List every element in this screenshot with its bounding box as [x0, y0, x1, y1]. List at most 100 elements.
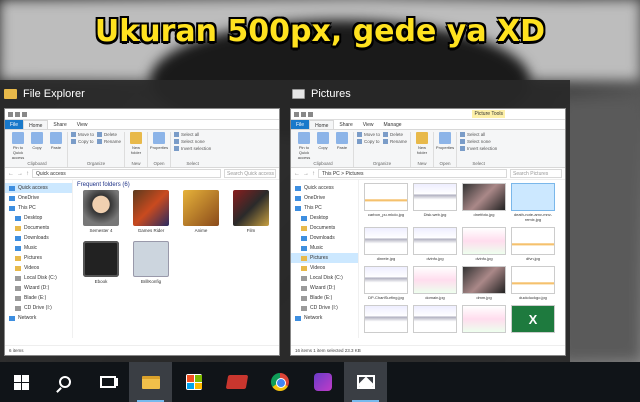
nav-this-pc[interactable]: This PC	[5, 203, 72, 213]
folder-item[interactable]: BrillKonfig	[127, 241, 175, 284]
folder-item[interactable]: Anime	[177, 190, 225, 233]
pictures-window[interactable]: Picture Tools File Home Share View Manag…	[290, 108, 566, 356]
file-item[interactable]: X	[510, 305, 556, 334]
nav-videos[interactable]: Videos	[5, 263, 72, 273]
nav-wizard-d[interactable]: Wizard (D:)	[5, 283, 72, 293]
file-item[interactable]: dfvn.jpg	[510, 227, 556, 261]
tab-view[interactable]: View	[358, 120, 379, 129]
rename-button[interactable]: Rename	[383, 139, 407, 144]
file-item[interactable]: DP-ChartSurfing.jpg	[363, 266, 409, 300]
back-icon[interactable]: ←	[294, 171, 300, 177]
new-folder-button[interactable]: New folder	[128, 132, 144, 155]
copy-button[interactable]: Copy	[29, 132, 45, 150]
paste-button[interactable]: Paste	[334, 132, 350, 150]
forward-icon[interactable]: →	[17, 171, 23, 177]
copy-to-button[interactable]: Copy to	[71, 139, 94, 144]
folder-icon[interactable]	[22, 111, 27, 117]
tab-share[interactable]: Share	[334, 120, 357, 129]
left-window-title[interactable]: File Explorer	[4, 88, 85, 100]
tab-file[interactable]: File	[291, 120, 310, 129]
nav-local-disk-c[interactable]: Local Disk (C:)	[5, 273, 72, 283]
nav-pictures[interactable]: Pictures	[5, 253, 72, 263]
nav-cd-drive-i[interactable]: CD Drive (I:)	[5, 303, 72, 313]
nav-this-pc[interactable]: This PC	[291, 203, 358, 213]
rename-button[interactable]: Rename	[97, 139, 121, 144]
file-item[interactable]: dinrele.jpg	[363, 227, 409, 261]
nav-pictures[interactable]: Pictures	[291, 253, 358, 263]
nav-downloads[interactable]: Downloads	[291, 233, 358, 243]
nav-cd-drive-i[interactable]: CD Drive (I:)	[291, 303, 358, 313]
new-folder-button[interactable]: New folder	[414, 132, 430, 155]
tab-home[interactable]: Home	[309, 120, 335, 129]
search-input[interactable]: Search Pictures	[510, 169, 562, 178]
select-none-button[interactable]: Select none	[460, 139, 497, 144]
right-window-title[interactable]: Pictures	[292, 88, 351, 100]
folder-item[interactable]: Games Rider	[127, 190, 175, 233]
taskbar-photos[interactable]	[344, 362, 387, 402]
file-item[interactable]: carbon_pu.mkdo.jpg	[363, 183, 409, 222]
back-icon[interactable]: ←	[8, 171, 14, 177]
select-none-button[interactable]: Select none	[174, 139, 211, 144]
file-explorer-window[interactable]: File Home Share View Pin to Quick access…	[4, 108, 280, 356]
folder-item[interactable]: Ebook	[77, 241, 125, 284]
folder-icon[interactable]	[308, 111, 313, 117]
copy-to-button[interactable]: Copy to	[357, 139, 380, 144]
nav-documents[interactable]: Documents	[291, 223, 358, 233]
nav-desktop[interactable]: Desktop	[5, 213, 72, 223]
tab-manage[interactable]: Manage	[379, 120, 407, 129]
nav-network[interactable]: Network	[5, 313, 72, 323]
picture-tools-tab[interactable]: Picture Tools	[472, 110, 505, 118]
save-icon[interactable]	[294, 111, 299, 117]
select-all-button[interactable]: Select all	[174, 132, 211, 137]
file-item[interactable]: dmm.jpg	[461, 266, 507, 300]
undo-icon[interactable]	[15, 111, 20, 117]
nav-music[interactable]: Music	[291, 243, 358, 253]
address-path[interactable]: Quick access	[32, 169, 221, 178]
tab-file[interactable]: File	[5, 120, 24, 129]
folder-item[interactable]: Semester 4	[77, 190, 125, 233]
move-to-button[interactable]: Move to	[357, 132, 380, 137]
file-item[interactable]	[363, 305, 409, 334]
paste-button[interactable]: Paste	[48, 132, 64, 150]
delete-button[interactable]: Delete	[383, 132, 407, 137]
file-item[interactable]: dnetfoto.jpg	[461, 183, 507, 222]
up-icon[interactable]: ↑	[26, 171, 29, 177]
search-button[interactable]	[43, 362, 86, 402]
tab-home[interactable]: Home	[23, 120, 49, 129]
nav-onedrive[interactable]: OneDrive	[5, 193, 72, 203]
nav-onedrive[interactable]: OneDrive	[291, 193, 358, 203]
taskbar-book-app[interactable]	[215, 362, 258, 402]
nav-quick-access[interactable]: Quick access	[5, 183, 72, 193]
nav-blade-e[interactable]: Blade (E:)	[5, 293, 72, 303]
nav-music[interactable]: Music	[5, 243, 72, 253]
properties-button[interactable]: Properties	[150, 132, 168, 150]
taskbar-store[interactable]	[172, 362, 215, 402]
nav-videos[interactable]: Videos	[291, 263, 358, 273]
file-item[interactable]: duckduckgo.jpg	[510, 266, 556, 300]
pin-button[interactable]: Pin to Quick access	[296, 132, 312, 160]
tab-view[interactable]: View	[72, 120, 93, 129]
nav-desktop[interactable]: Desktop	[291, 213, 358, 223]
save-icon[interactable]	[8, 111, 13, 117]
nav-local-disk-c[interactable]: Local Disk (C:)	[291, 273, 358, 283]
tab-share[interactable]: Share	[48, 120, 71, 129]
frequent-folders-heading[interactable]: Frequent folders (6)	[73, 180, 279, 190]
undo-icon[interactable]	[301, 111, 306, 117]
taskbar-file-explorer[interactable]	[129, 362, 172, 402]
address-path[interactable]: This PC > Pictures	[318, 169, 507, 178]
taskbar-app[interactable]	[301, 362, 344, 402]
file-item[interactable]: domain.jpg	[412, 266, 458, 300]
nav-downloads[interactable]: Downloads	[5, 233, 72, 243]
nav-blade-e[interactable]: Blade (E:)	[291, 293, 358, 303]
up-icon[interactable]: ↑	[312, 171, 315, 177]
invert-selection-button[interactable]: Invert selection	[460, 146, 497, 151]
file-item[interactable]: Disk.web.jpg	[412, 183, 458, 222]
move-to-button[interactable]: Move to	[71, 132, 94, 137]
delete-button[interactable]: Delete	[97, 132, 121, 137]
copy-button[interactable]: Copy	[315, 132, 331, 150]
invert-selection-button[interactable]: Invert selection	[174, 146, 211, 151]
nav-network[interactable]: Network	[291, 313, 358, 323]
nav-documents[interactable]: Documents	[5, 223, 72, 233]
file-item[interactable]: dvinfo.jpg	[412, 227, 458, 261]
file-item[interactable]	[412, 305, 458, 334]
